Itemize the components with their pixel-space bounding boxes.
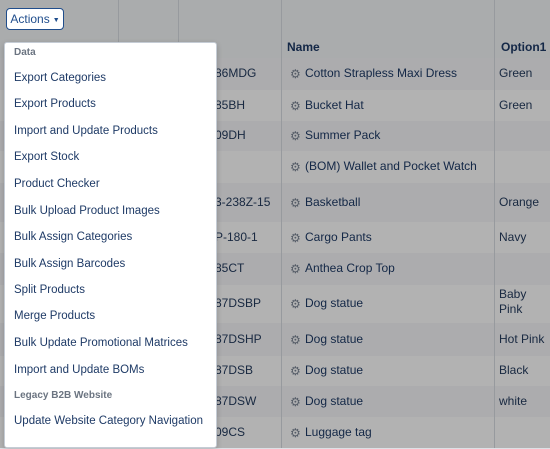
actions-dropdown-menu: Data Export Categories Export Products Imp… — [4, 42, 217, 448]
menu-item-export-categories[interactable]: Export Categories — [5, 65, 216, 91]
menu-item-bulk-assign-barcodes[interactable]: Bulk Assign Barcodes — [5, 251, 216, 277]
menu-section-data: Data — [14, 47, 36, 58]
menu-item-update-website-category-navigation[interactable]: Update Website Category Navigation — [5, 408, 216, 434]
menu-item-bulk-assign-categories[interactable]: Bulk Assign Categories — [5, 224, 216, 250]
menu-item-merge-products[interactable]: Merge Products — [5, 303, 216, 329]
menu-section-legacy-b2b: Legacy B2B Website — [14, 390, 113, 401]
actions-button[interactable]: Actions ▼ — [6, 8, 64, 30]
menu-item-product-checker[interactable]: Product Checker — [5, 171, 216, 197]
menu-item-bulk-upload-product-images[interactable]: Bulk Upload Product Images — [5, 198, 216, 224]
actions-button-label: Actions — [10, 12, 50, 26]
menu-item-import-and-update-boms[interactable]: Import and Update BOMs — [5, 357, 216, 383]
menu-item-import-and-update-products[interactable]: Import and Update Products — [5, 118, 216, 144]
menu-item-export-stock[interactable]: Export Stock — [5, 144, 216, 170]
menu-item-split-products[interactable]: Split Products — [5, 277, 216, 303]
menu-item-export-products[interactable]: Export Products — [5, 91, 216, 117]
menu-item-bulk-update-promotional-matrices[interactable]: Bulk Update Promotional Matrices — [5, 330, 216, 356]
caret-down-icon: ▼ — [52, 16, 60, 24]
